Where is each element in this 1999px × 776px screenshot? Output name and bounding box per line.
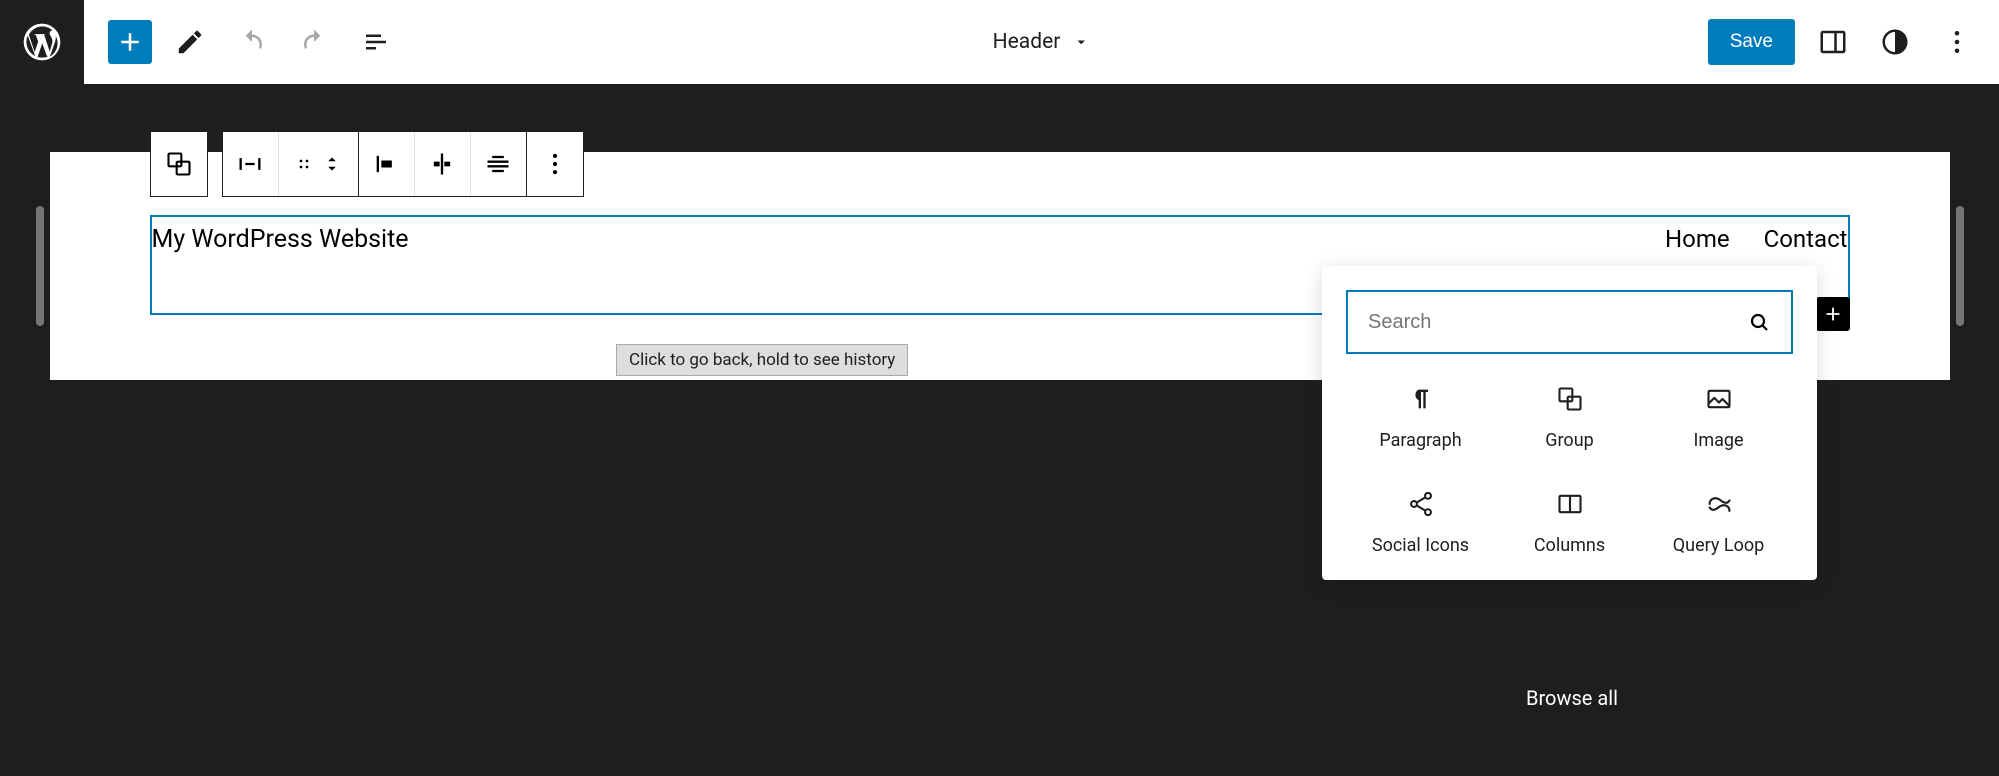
inserter-search[interactable] [1346, 290, 1793, 354]
half-circle-icon [1880, 27, 1910, 57]
save-button[interactable]: Save [1708, 19, 1795, 65]
group-icon [165, 150, 193, 178]
redo-icon [299, 27, 329, 57]
settings-panel-toggle[interactable] [1809, 18, 1857, 66]
chevron-down-icon [1072, 33, 1090, 51]
nav-link[interactable]: Home [1665, 225, 1730, 253]
full-width-button[interactable] [471, 132, 527, 196]
align-vertical-icon [428, 150, 456, 178]
block-tile-label: Query Loop [1673, 535, 1764, 556]
add-block-inline-button[interactable] [1816, 297, 1850, 331]
loop-icon [1705, 490, 1733, 518]
block-tile-social-icons[interactable]: Social Icons [1346, 489, 1495, 556]
list-view-button[interactable] [352, 18, 400, 66]
block-type-button[interactable] [151, 132, 207, 196]
pilcrow-icon [1407, 385, 1435, 413]
row-icon [236, 150, 264, 178]
edit-tool-button[interactable] [166, 18, 214, 66]
plus-icon [115, 27, 145, 57]
template-title-button[interactable]: Header [993, 30, 1091, 54]
chevron-down-icon [323, 164, 341, 174]
block-toolbar [150, 131, 584, 197]
kebab-icon [1942, 27, 1972, 57]
share-icon [1407, 490, 1435, 518]
resize-handle-right[interactable] [1956, 206, 1964, 326]
block-tile-columns[interactable]: Columns [1495, 489, 1644, 556]
justify-left-icon [372, 150, 400, 178]
browse-all-button[interactable]: Browse all [1526, 686, 1618, 710]
block-tile-query-loop[interactable]: Query Loop [1644, 489, 1793, 556]
row-layout-button[interactable] [223, 132, 279, 196]
pencil-icon [175, 27, 205, 57]
columns-icon [1556, 490, 1584, 518]
sidebar-icon [1818, 27, 1848, 57]
inserter-toggle-button[interactable] [108, 20, 152, 64]
quick-inserter-popover: Paragraph Group Image Social Icons Colum… [1322, 266, 1817, 580]
align-button[interactable] [415, 132, 471, 196]
block-tile-label: Paragraph [1379, 430, 1461, 451]
drag-dots-icon [295, 150, 313, 178]
template-title-label: Header [993, 30, 1061, 54]
editor-canvas: My WordPress Website Home Contact Click … [0, 84, 1999, 776]
resize-handle-left[interactable] [36, 206, 44, 326]
editor-toolbar: Header Save [84, 0, 1999, 84]
options-menu-button[interactable] [1933, 18, 1981, 66]
chevron-up-icon [323, 154, 341, 164]
group-icon [1556, 385, 1584, 413]
justify-button[interactable] [359, 132, 415, 196]
kebab-icon [541, 150, 569, 178]
navigation-block[interactable]: Home Contact [1665, 217, 1847, 253]
redo-button[interactable] [290, 18, 338, 66]
plus-icon [1822, 303, 1844, 325]
block-tile-group[interactable]: Group [1495, 384, 1644, 451]
wordpress-icon [20, 20, 64, 64]
block-tile-label: Group [1545, 430, 1593, 451]
back-history-tooltip: Click to go back, hold to see history [616, 344, 908, 376]
block-tile-paragraph[interactable]: Paragraph [1346, 384, 1495, 451]
block-tile-label: Columns [1534, 535, 1605, 556]
undo-icon [237, 27, 267, 57]
image-icon [1705, 385, 1733, 413]
undo-button[interactable] [228, 18, 276, 66]
inserter-search-input[interactable] [1368, 311, 1747, 334]
site-title-block[interactable]: My WordPress Website [152, 217, 409, 254]
block-tile-label: Social Icons [1372, 535, 1469, 556]
styles-toggle[interactable] [1871, 18, 1919, 66]
block-tile-label: Image [1693, 430, 1743, 451]
search-icon [1747, 310, 1771, 334]
list-view-icon [361, 27, 391, 57]
move-arrows[interactable] [323, 154, 341, 174]
nav-link[interactable]: Contact [1764, 225, 1848, 253]
wp-logo-button[interactable] [0, 0, 84, 84]
drag-handle[interactable] [279, 132, 359, 196]
block-options-button[interactable] [527, 132, 583, 196]
block-tile-image[interactable]: Image [1644, 384, 1793, 451]
width-icon [484, 150, 512, 178]
